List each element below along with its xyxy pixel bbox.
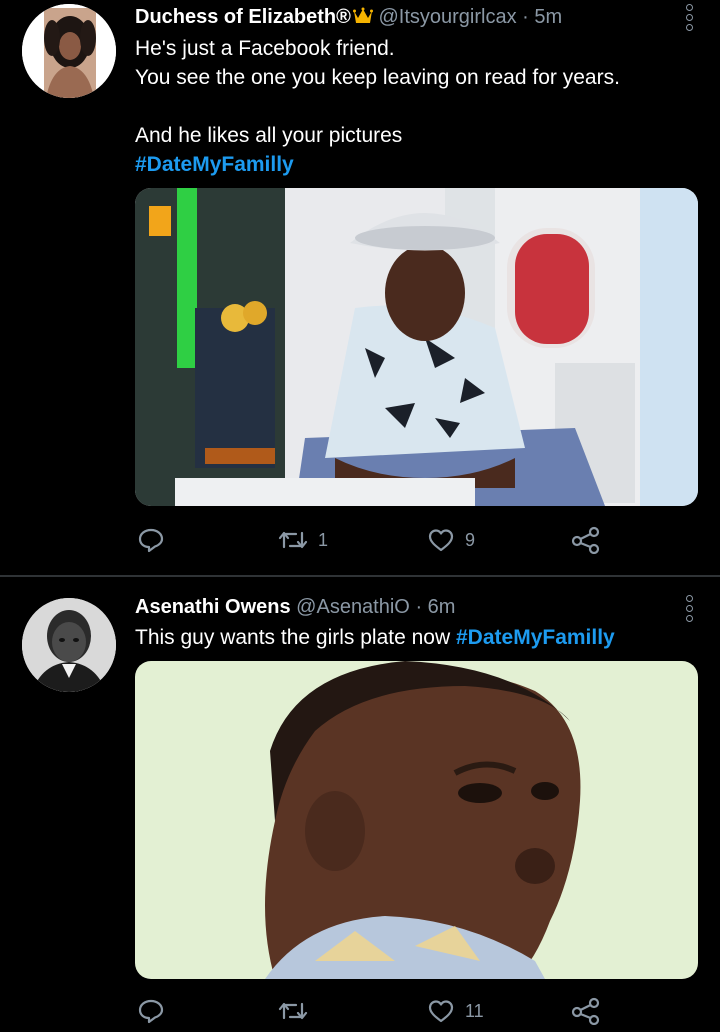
reply-icon <box>137 997 165 1025</box>
like-button[interactable]: 11 <box>427 997 484 1025</box>
tweet-actions: 11 <box>135 997 615 1027</box>
crown-emoji-icon <box>352 7 373 31</box>
retweet-icon <box>278 526 308 554</box>
like-count: 11 <box>465 1000 484 1021</box>
reply-button[interactable] <box>137 526 175 554</box>
separator-dot: · <box>522 6 529 28</box>
separator-dot: · <box>415 596 423 618</box>
share-icon <box>571 997 601 1025</box>
reply-button[interactable] <box>137 997 175 1025</box>
like-button[interactable]: 9 <box>427 526 475 554</box>
user-handle[interactable]: @AsenathiO <box>296 596 410 618</box>
display-name[interactable]: Asenathi Owens <box>135 596 291 618</box>
tweet-text: He's just a Facebook friend. You see the… <box>135 34 695 179</box>
tweet-text-line: He's just a Facebook friend. <box>135 37 395 60</box>
share-button[interactable] <box>571 997 601 1025</box>
like-count: 9 <box>465 529 476 550</box>
share-button[interactable] <box>571 526 601 554</box>
tweet-header: Asenathi Owens @AsenathiO · 6m <box>135 596 455 619</box>
tweet-actions: 1 9 <box>135 526 615 556</box>
timestamp[interactable]: 6m <box>428 596 456 618</box>
tweet-header: Duchess of Elizabeth® @Itsyourgirlcax · … <box>135 6 562 31</box>
retweet-icon <box>278 997 308 1025</box>
tweet-1: Duchess of Elizabeth® @Itsyourgirlcax · … <box>0 0 720 575</box>
tweet-text-line: You see the one you keep leaving on read… <box>135 66 620 89</box>
more-vertical-icon[interactable] <box>684 4 694 31</box>
tweet-text-line: This guy wants the girls plate now <box>135 626 456 649</box>
tweet-2: Asenathi Owens @AsenathiO · 6m This guy … <box>0 577 720 1032</box>
like-icon <box>427 526 455 554</box>
retweet-count: 1 <box>318 529 329 550</box>
more-vertical-icon[interactable] <box>684 595 694 622</box>
user-handle[interactable]: @Itsyourgirlcax <box>378 6 516 28</box>
tweet-text-blank-line <box>135 92 695 121</box>
tweet-text: This guy wants the girls plate now #Date… <box>135 623 705 652</box>
retweet-button[interactable]: 1 <box>278 526 328 554</box>
hashtag-link[interactable]: #DateMyFamilly <box>456 626 615 649</box>
like-icon <box>427 997 455 1025</box>
avatar-asenathi[interactable] <box>22 598 116 692</box>
tweet-text-line: And he likes all your pictures <box>135 124 403 147</box>
avatar-duchess[interactable] <box>22 4 116 98</box>
reply-icon <box>137 526 165 554</box>
hashtag-link[interactable]: #DateMyFamilly <box>135 150 695 179</box>
retweet-button[interactable] <box>278 997 318 1025</box>
tweet-media-image[interactable] <box>135 188 698 506</box>
display-name[interactable]: Duchess of Elizabeth® <box>135 6 351 28</box>
share-icon <box>571 526 601 554</box>
timestamp[interactable]: 5m <box>534 6 562 28</box>
tweet-media-image[interactable] <box>135 661 698 979</box>
